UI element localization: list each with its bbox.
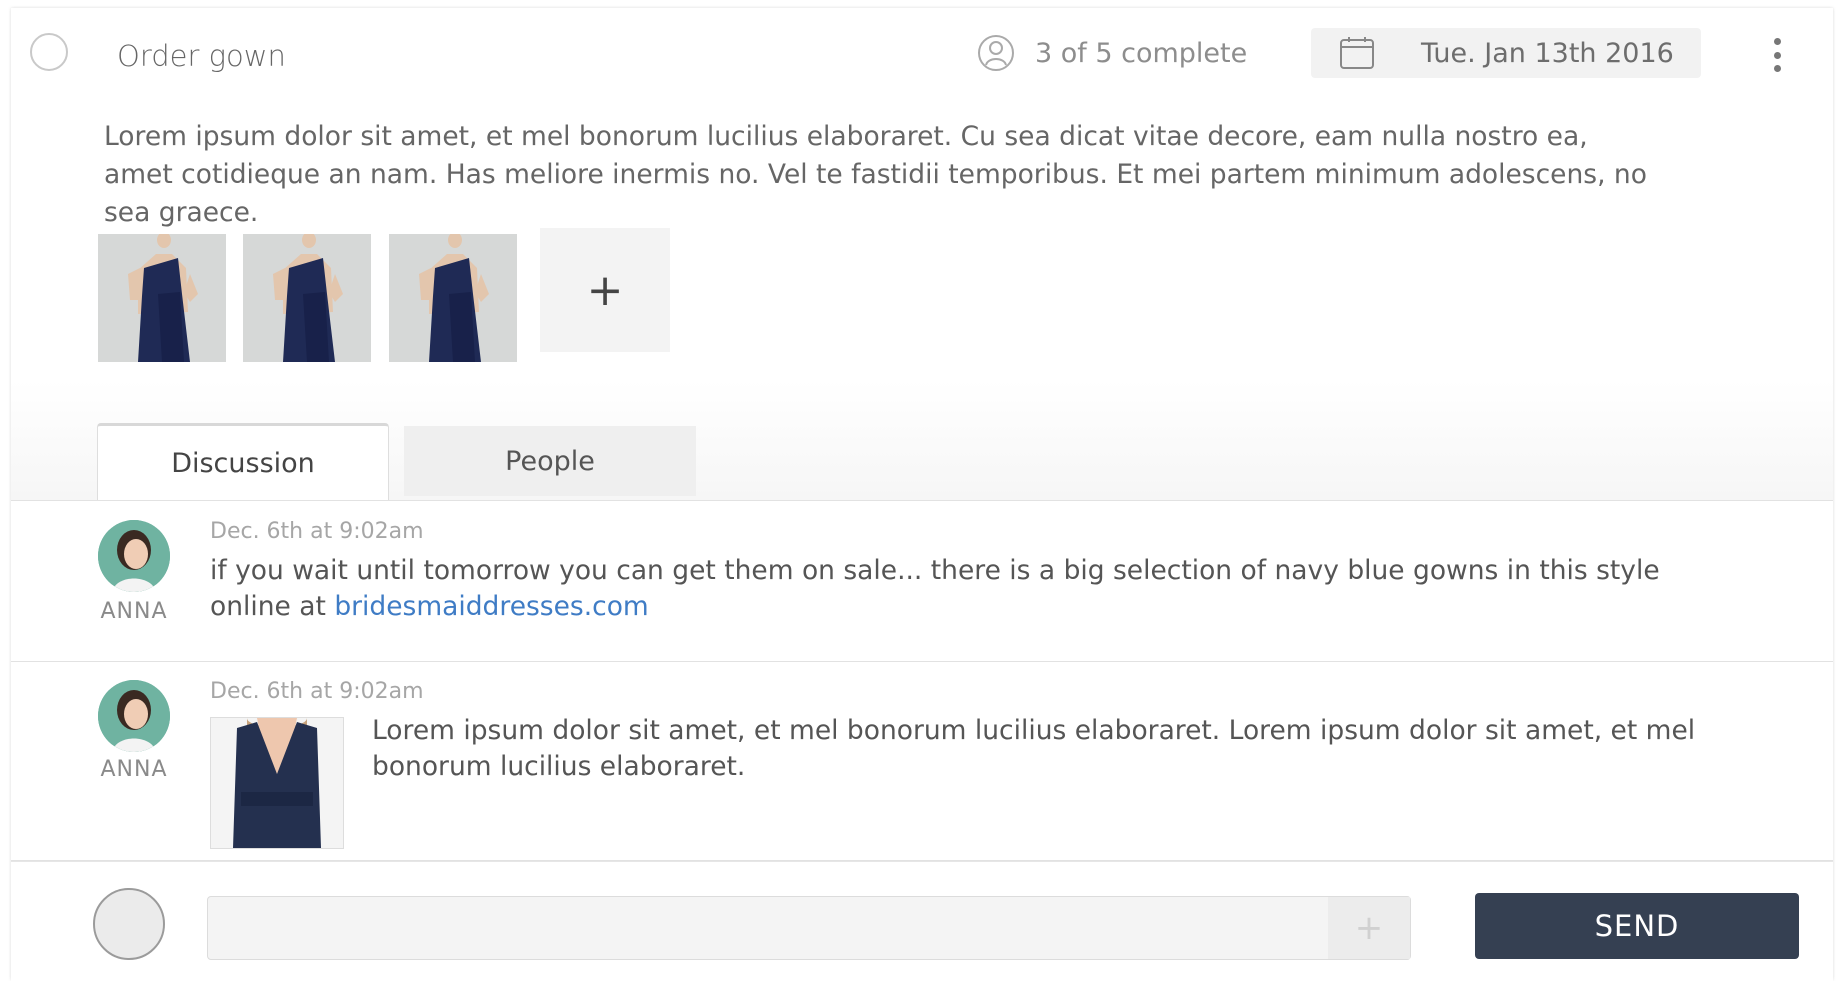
message-time: Dec. 6th at 9:02am	[210, 679, 424, 704]
task-title: Order gown	[117, 39, 286, 73]
avatar	[98, 680, 170, 752]
message-time: Dec. 6th at 9:02am	[210, 519, 424, 544]
attachment-thumbnail[interactable]	[389, 234, 517, 362]
tab-people[interactable]: People	[404, 426, 696, 496]
message-link[interactable]: bridesmaiddresses.com	[334, 591, 648, 622]
task-description: Lorem ipsum dolor sit amet, et mel bonor…	[104, 121, 1647, 228]
due-date-picker[interactable]: Tue. Jan 13th 2016	[1311, 28, 1701, 78]
message-image[interactable]	[210, 717, 344, 849]
calendar-icon	[1340, 37, 1374, 69]
due-date-text: Tue. Jan 13th 2016	[1421, 37, 1674, 69]
message-text: Lorem ipsum dolor sit amet, et mel bonor…	[372, 715, 1696, 782]
message-input[interactable]	[208, 897, 1328, 959]
message-item: ANNA Dec. 6th at 9:02am if you wait unti…	[11, 501, 1833, 662]
progress-text: 3 of 5 complete	[1035, 37, 1248, 69]
task-card: Order gown 3 of 5 complete Tue. Jan 13th…	[11, 8, 1833, 981]
more-options-icon[interactable]	[1767, 38, 1787, 72]
message-item: ANNA Dec. 6th at 9:02am Lorem ipsum dolo…	[11, 662, 1833, 861]
task-progress: 3 of 5 complete	[977, 34, 1247, 72]
tab-bar: Discussion People	[11, 380, 1833, 501]
add-attachment-button[interactable]: +	[540, 228, 670, 352]
task-complete-checkbox[interactable]	[30, 33, 68, 71]
attachment-thumbnail[interactable]	[98, 234, 226, 362]
tab-discussion[interactable]: Discussion	[97, 423, 389, 500]
message-composer: + SEND	[11, 861, 1833, 981]
avatar	[98, 520, 170, 592]
current-user-avatar	[93, 888, 165, 960]
message-author: ANNA	[100, 599, 168, 624]
message-text: if you wait until tomorrow you can get t…	[210, 553, 1710, 625]
message-input-field: +	[207, 896, 1411, 960]
message-author: ANNA	[100, 757, 168, 782]
attachment-thumbnail[interactable]	[243, 234, 371, 362]
person-icon	[978, 35, 1014, 71]
attach-button[interactable]: +	[1328, 897, 1410, 959]
send-button[interactable]: SEND	[1475, 893, 1799, 959]
